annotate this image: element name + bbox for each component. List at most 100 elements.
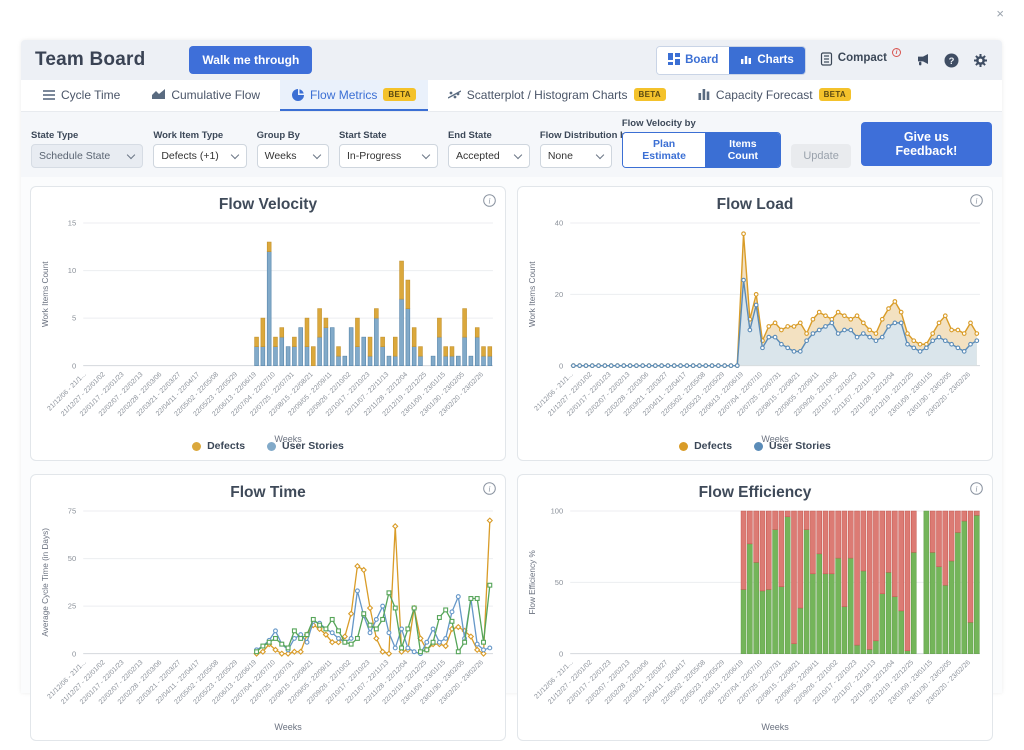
compact-icon: [820, 52, 833, 69]
tab-cumulative-flow[interactable]: Cumulative Flow: [140, 80, 272, 111]
flow-efficiency-chart[interactable]: 05010021/12/06 - 21/1...21/12/27 - 22/01…: [524, 503, 986, 736]
help-icon[interactable]: ?: [944, 53, 959, 68]
chevron-down-icon: [313, 150, 321, 158]
work-item-type-select[interactable]: Defects (+1): [153, 144, 246, 168]
scatterplot-icon: [448, 89, 461, 100]
compact-label: Compact: [838, 52, 887, 64]
tab-label: Scatterplot / Histogram Charts: [467, 88, 628, 102]
svg-text:50: 50: [555, 578, 563, 587]
tab-scatterplot-histogram[interactable]: Scatterplot / Histogram Charts BETA: [436, 80, 678, 111]
flow-time-chart[interactable]: 025507521/12/06 - 21/1...21/12/27 - 22/0…: [37, 503, 499, 736]
chevron-down-icon: [514, 150, 522, 158]
filter-bar: State Type Schedule State Work Item Type…: [21, 112, 1002, 177]
compact-toggle[interactable]: Compact i: [820, 52, 901, 69]
svg-text:Flow Efficiency %: Flow Efficiency %: [528, 550, 537, 615]
header: Team Board Walk me through Board Charts: [21, 40, 1002, 80]
group-by-label: Group By: [257, 130, 329, 141]
work-item-type-value: Defects (+1): [161, 150, 218, 162]
pie-chart-icon: [292, 89, 304, 101]
charts-toggle-label: Charts: [757, 54, 793, 66]
feedback-button[interactable]: Give us Feedback!: [861, 122, 992, 166]
area-chart-icon: [152, 89, 165, 100]
walk-me-through-button[interactable]: Walk me through: [189, 46, 312, 74]
board-toggle-label: Board: [685, 54, 718, 66]
defects-legend-label: Defects: [694, 440, 732, 452]
end-state-label: End State: [448, 130, 530, 141]
tab-flow-metrics[interactable]: Flow Metrics BETA: [280, 80, 428, 111]
flow-efficiency-card: Flow Efficiency i 05010021/12/06 - 21/1.…: [517, 474, 993, 741]
info-icon[interactable]: i: [483, 482, 496, 500]
legend-flow-load: Defects User Stories: [524, 440, 986, 456]
tab-capacity-forecast[interactable]: Capacity Forecast BETA: [686, 80, 863, 111]
tab-cycle-time[interactable]: Cycle Time: [31, 80, 132, 111]
beta-badge: BETA: [819, 88, 851, 101]
defects-legend-label: Defects: [207, 440, 245, 452]
chart-title-flow-time: Flow Time: [37, 481, 499, 503]
page-title: Team Board: [35, 49, 145, 71]
svg-text:40: 40: [555, 219, 563, 228]
board-charts-toggle: Board Charts: [656, 46, 806, 75]
svg-text:i: i: [975, 197, 977, 206]
compact-info-icon: i: [892, 48, 901, 57]
flow-velocity-chart[interactable]: 05101521/12/06 - 21/1...21/12/27 - 22/01…: [37, 215, 499, 448]
beta-badge: BETA: [383, 88, 415, 101]
state-type-label: State Type: [31, 130, 143, 141]
chevron-down-icon: [596, 150, 604, 158]
svg-text:?: ?: [949, 55, 955, 66]
svg-text:5: 5: [72, 314, 76, 323]
flow-velocity-by-label: Flow Velocity by: [622, 118, 782, 129]
legend-flow-velocity: Defects User Stories: [37, 440, 499, 456]
group-by-value: Weeks: [265, 150, 297, 162]
items-count-button[interactable]: Items Count: [705, 133, 780, 167]
svg-text:75: 75: [68, 507, 76, 516]
tab-label: Cumulative Flow: [171, 88, 260, 102]
flow-time-card: Flow Time i 025507521/12/06 - 21/1...21/…: [30, 474, 506, 741]
tab-label: Flow Metrics: [310, 88, 377, 102]
board-toggle-button[interactable]: Board: [657, 47, 729, 74]
info-icon[interactable]: i: [483, 194, 496, 212]
start-state-select[interactable]: In-Progress: [339, 144, 438, 168]
state-type-select[interactable]: Schedule State: [31, 144, 143, 168]
svg-text:0: 0: [559, 649, 563, 658]
info-icon[interactable]: i: [970, 482, 983, 500]
svg-text:25: 25: [68, 602, 76, 611]
chevron-down-icon: [422, 150, 430, 158]
chart-title-flow-velocity: Flow Velocity: [37, 193, 499, 215]
svg-text:i: i: [488, 485, 490, 494]
svg-text:50: 50: [68, 554, 76, 563]
user-stories-legend-label: User Stories: [769, 440, 831, 452]
gear-icon[interactable]: [973, 53, 988, 68]
svg-text:Work Items Count: Work Items Count: [41, 261, 50, 327]
flow-distribution-select[interactable]: None: [540, 144, 612, 168]
state-type-value: Schedule State: [39, 150, 110, 162]
team-board-panel: Team Board Walk me through Board Charts: [21, 40, 1002, 693]
chevron-down-icon: [230, 150, 238, 158]
svg-text:15: 15: [68, 219, 76, 228]
end-state-select[interactable]: Accepted: [448, 144, 530, 168]
flow-distribution-label: Flow Distribution by: [540, 130, 612, 141]
close-icon[interactable]: ×: [996, 6, 1004, 21]
svg-text:0: 0: [72, 361, 76, 370]
info-icon[interactable]: i: [970, 194, 983, 212]
svg-text:Weeks: Weeks: [761, 722, 789, 732]
svg-text:0: 0: [72, 649, 76, 658]
group-by-select[interactable]: Weeks: [257, 144, 329, 168]
defects-legend-dot: [679, 442, 688, 451]
flow-load-card: Flow Load i 0204021/12/06 - 21/1...21/12…: [517, 186, 993, 461]
svg-text:Average Cycle Time (in Days): Average Cycle Time (in Days): [41, 528, 50, 637]
flow-load-chart[interactable]: 0204021/12/06 - 21/1...21/12/27 - 22/01/…: [524, 215, 986, 448]
charts-toggle-button[interactable]: Charts: [729, 47, 804, 74]
start-state-value: In-Progress: [347, 150, 401, 162]
chevron-down-icon: [127, 150, 135, 158]
velocity-unit-toggle: Plan Estimate Items Count: [622, 132, 782, 168]
svg-text:10: 10: [68, 266, 76, 275]
update-button[interactable]: Update: [791, 144, 850, 168]
svg-text:100: 100: [551, 507, 564, 516]
flow-velocity-card: Flow Velocity i 05101521/12/06 - 21/1...…: [30, 186, 506, 461]
svg-text:Weeks: Weeks: [274, 722, 302, 732]
plan-estimate-button[interactable]: Plan Estimate: [623, 133, 706, 167]
start-state-label: Start State: [339, 130, 438, 141]
megaphone-icon[interactable]: [915, 53, 930, 67]
svg-text:Work Items Count: Work Items Count: [528, 261, 537, 327]
user-stories-legend-dot: [754, 442, 763, 451]
